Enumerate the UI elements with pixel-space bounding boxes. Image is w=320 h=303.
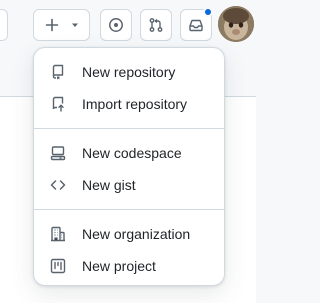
menu-divider xyxy=(34,128,224,129)
copilot-button[interactable] xyxy=(100,9,132,41)
menu-group-code: New codespace New gist xyxy=(34,137,224,201)
project-icon xyxy=(50,258,66,274)
organization-icon xyxy=(50,226,66,242)
codespaces-icon xyxy=(50,145,66,161)
menu-item-label: New gist xyxy=(82,177,136,193)
code-icon xyxy=(50,177,66,193)
menu-group-org: New organization New project xyxy=(34,218,224,282)
menu-item-new-organization[interactable]: New organization xyxy=(42,218,216,250)
notification-dot xyxy=(203,7,213,17)
create-new-menu: New repository Import repository New cod… xyxy=(33,47,225,286)
menu-item-new-codespace[interactable]: New codespace xyxy=(42,137,216,169)
inbox-icon xyxy=(188,17,204,33)
menu-item-new-repository[interactable]: New repository xyxy=(42,56,216,88)
triangle-down-icon xyxy=(70,20,80,30)
search-button-edge[interactable] xyxy=(0,9,8,41)
menu-divider xyxy=(34,209,224,210)
menu-item-label: New organization xyxy=(82,226,191,242)
menu-item-label: New project xyxy=(82,258,156,274)
menu-item-label: New repository xyxy=(82,64,176,80)
plus-icon xyxy=(44,17,60,33)
create-new-button[interactable] xyxy=(33,9,90,41)
menu-group-repository: New repository Import repository xyxy=(34,56,224,120)
pull-requests-button[interactable] xyxy=(140,9,172,41)
copilot-icon xyxy=(108,17,124,33)
menu-item-new-gist[interactable]: New gist xyxy=(42,169,216,201)
repo-icon xyxy=(50,64,66,80)
menu-item-label: Import repository xyxy=(82,96,188,112)
header-bar xyxy=(0,0,256,48)
menu-item-new-project[interactable]: New project xyxy=(42,250,216,282)
repo-push-icon xyxy=(50,96,66,112)
avatar[interactable] xyxy=(218,6,254,42)
menu-item-label: New codespace xyxy=(82,145,182,161)
git-pull-request-icon xyxy=(148,17,164,33)
menu-item-import-repository[interactable]: Import repository xyxy=(42,88,216,120)
